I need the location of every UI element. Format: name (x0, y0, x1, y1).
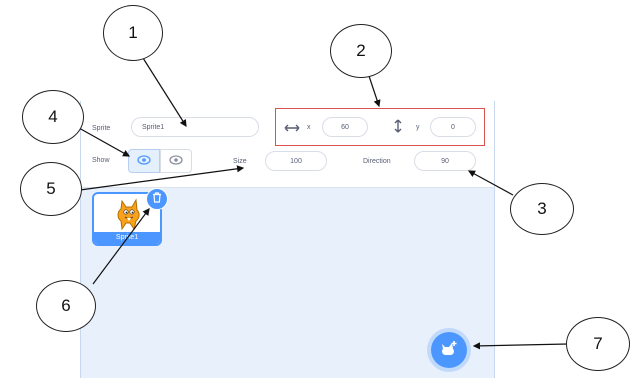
callout-4-number: 4 (48, 107, 58, 126)
callout-2: 2 (330, 24, 392, 78)
leader-line-4 (78, 127, 131, 157)
callout-5-number: 5 (46, 179, 56, 198)
callout-6-number: 6 (61, 296, 71, 315)
callout-3-number: 3 (537, 199, 547, 218)
callout-1-number: 1 (128, 23, 138, 42)
callout-1: 1 (103, 5, 163, 61)
callout-2-number: 2 (356, 41, 366, 60)
leader-line-1 (142, 57, 187, 128)
callout-6: 6 (36, 280, 96, 332)
leader-line-6 (92, 208, 150, 285)
callout-4: 4 (22, 90, 84, 144)
callout-7: 7 (566, 317, 630, 371)
leader-line-7 (472, 342, 569, 350)
leader-line-5 (79, 165, 245, 191)
leader-line-3 (467, 170, 514, 196)
callout-5: 5 (20, 162, 82, 216)
callout-3: 3 (510, 183, 574, 235)
callout-7-number: 7 (593, 334, 603, 353)
